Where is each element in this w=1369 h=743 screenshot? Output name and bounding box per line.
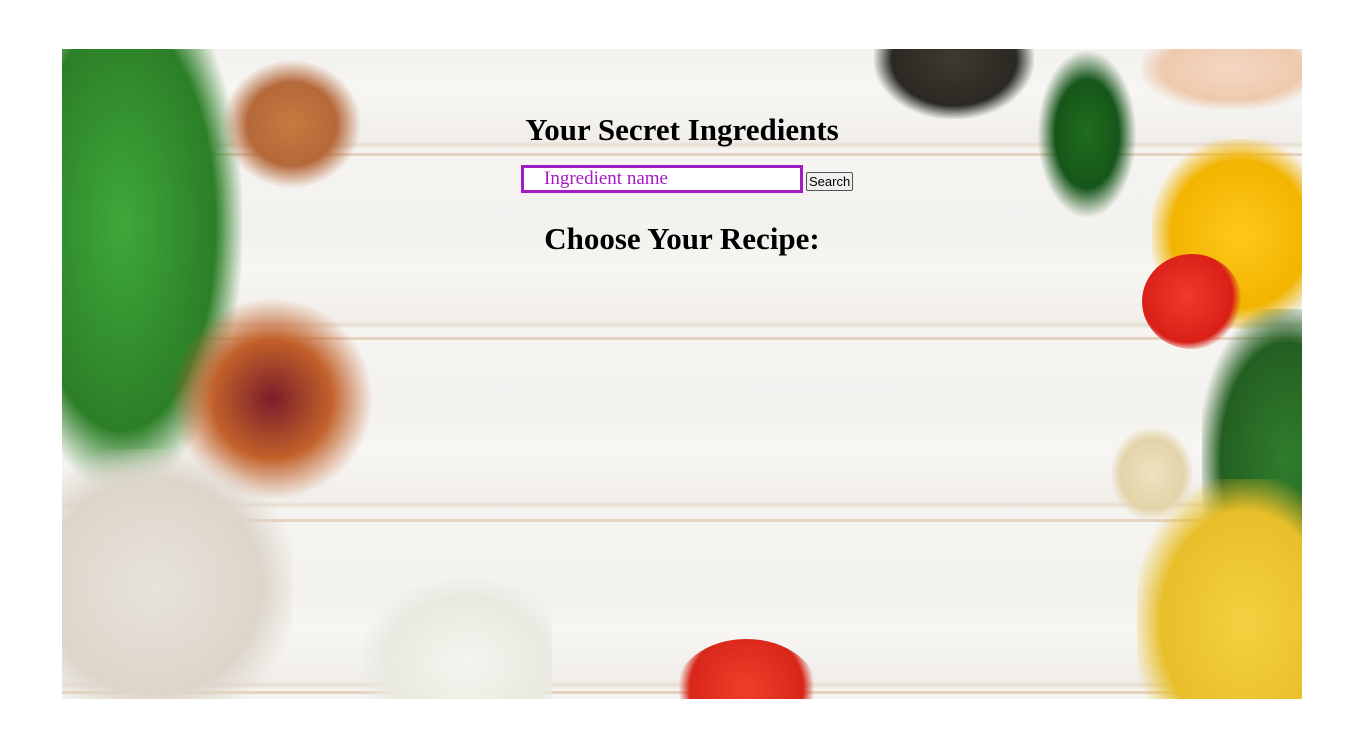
milk-jar-decoration [362, 579, 552, 699]
chicken-decoration [1142, 49, 1302, 109]
hero-background: Your Secret Ingredients Search Choose Yo… [62, 49, 1302, 699]
ingredient-search-input[interactable] [521, 165, 803, 193]
egg-carton-decoration [62, 449, 292, 699]
page-title: Your Secret Ingredients [525, 112, 839, 147]
tomato-bottom-decoration [674, 639, 819, 699]
search-form: Search [521, 165, 854, 193]
cashew-decoration [1112, 429, 1192, 519]
avocado-decoration [874, 49, 1034, 119]
recipe-heading: Choose Your Recipe: [544, 221, 820, 256]
search-button[interactable]: Search [806, 171, 854, 191]
